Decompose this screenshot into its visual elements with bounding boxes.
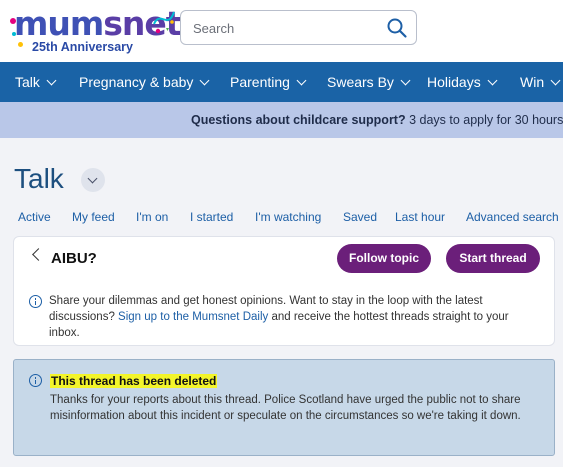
tab-advanced-search[interactable]: Advanced search [466,210,559,224]
info-icon [29,295,42,308]
mumsnet-logo[interactable]: mumsnet 25th Anniversary [10,4,182,58]
topic-card: AIBU? Follow topic Start thread Share yo… [13,236,555,346]
back-arrow-icon[interactable] [32,248,45,261]
start-thread-button[interactable]: Start thread [446,244,540,273]
search-input[interactable] [193,19,373,37]
tab-my-feed[interactable]: My feed [72,210,115,224]
topic-description: Share your dilemmas and get honest opini… [49,295,509,339]
search-icon[interactable] [386,17,408,39]
tab-last-hour[interactable]: Last hour [395,210,445,224]
chevron-down-icon [400,75,411,86]
follow-topic-button[interactable]: Follow topic [337,244,431,273]
tab-active[interactable]: Active [18,210,51,224]
nav-item-parenting[interactable]: Parenting [230,62,307,102]
chevron-down-icon [296,75,307,86]
section-dropdown-button[interactable] [81,168,105,192]
tab-im-on[interactable]: I'm on [136,210,168,224]
nav-item-holidays[interactable]: Holidays [427,62,498,102]
tab-i-started[interactable]: I started [190,210,233,224]
nav-item-swears-by[interactable]: Swears By [327,62,411,102]
chevron-down-icon [46,75,57,86]
talk-tabs: Active My feed I'm on I started I'm watc… [0,210,563,228]
search-box [180,10,417,45]
nav-item-pregnancy-baby[interactable]: Pregnancy & baby [79,62,210,102]
confetti-icon [153,11,175,34]
deleted-thread-alert: This thread has been deleted Thanks for … [13,359,555,456]
site-header: mumsnet 25th Anniversary [0,0,563,62]
chevron-down-icon [199,75,210,86]
logo-subtitle: 25th Anniversary [32,40,133,54]
main-nav: Talk Pregnancy & baby Parenting Swears B… [0,62,563,102]
promo-banner[interactable]: Questions about childcare support? 3 day… [0,102,563,138]
mumsnet-daily-signup-link[interactable]: Sign up to the Mumsnet Daily [118,311,268,323]
tab-saved[interactable]: Saved [343,210,377,224]
page-title: Talk [14,163,64,194]
banner-text: Questions about childcare support? 3 day… [191,113,563,127]
alert-message: Thanks for your reports about this threa… [50,394,521,422]
chevron-down-icon [487,75,498,86]
tab-im-watching[interactable]: I'm watching [255,210,321,224]
topic-title: AIBU? [51,250,97,267]
info-icon [29,374,42,387]
nav-item-win[interactable]: Win [520,62,561,102]
chevron-down-icon [550,75,561,86]
nav-item-talk[interactable]: Talk [15,62,57,102]
alert-title: This thread has been deleted [50,374,218,388]
chevron-down-icon [87,173,98,184]
